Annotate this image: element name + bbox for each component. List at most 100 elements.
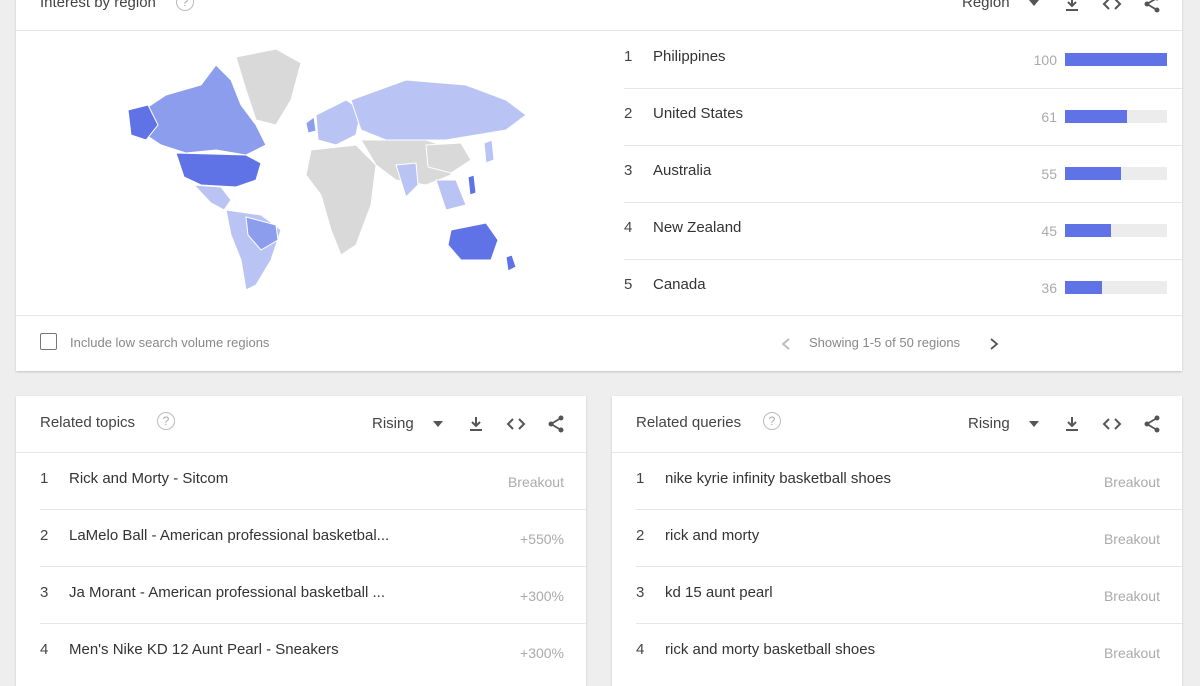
help-icon[interactable]: ? [157, 412, 175, 430]
topic-name[interactable]: Men's Nike KD 12 Aunt Pearl - Sneakers [69, 641, 339, 658]
region-name[interactable]: Philippines [653, 48, 726, 65]
divider [612, 452, 1182, 453]
region-row[interactable]: 1 Philippines 100 [624, 42, 1182, 99]
map-region-uk [305, 116, 317, 134]
dropdown-caret-icon[interactable] [433, 421, 443, 427]
rank: 1 [40, 470, 49, 487]
divider [624, 145, 1182, 146]
low-volume-checkbox[interactable] [40, 333, 57, 350]
divider [624, 259, 1182, 260]
region-name[interactable]: New Zealand [653, 219, 741, 236]
value-bar-fill [1065, 110, 1128, 123]
query-value: Breakout [1103, 531, 1160, 547]
resolution-select[interactable]: Region [962, 0, 1010, 11]
map-region-new-zealand [505, 254, 517, 272]
divider [40, 623, 586, 624]
region-row[interactable]: 4 New Zealand 45 [624, 213, 1182, 270]
region-name[interactable]: United States [653, 105, 743, 122]
download-icon[interactable] [1062, 414, 1082, 434]
embed-icon[interactable] [1102, 0, 1122, 14]
map-region-russia [350, 79, 527, 141]
divider [624, 202, 1182, 203]
value-bar-fill [1065, 281, 1102, 294]
filter-select[interactable]: Rising [372, 415, 414, 432]
query-name[interactable]: kd 15 aunt pearl [665, 584, 773, 601]
embed-icon[interactable] [506, 414, 526, 434]
list-item[interactable]: 2 rick and morty Breakout [636, 525, 1166, 565]
topic-value: +550% [520, 531, 564, 547]
topic-value: +300% [520, 588, 564, 604]
rank: 4 [40, 641, 49, 658]
divider [40, 509, 586, 510]
card-title: Related queries [636, 414, 742, 431]
list-item[interactable]: 2 LaMelo Ball - American professional ba… [40, 525, 570, 565]
value-bar [1065, 110, 1167, 123]
query-value: Breakout [1103, 588, 1160, 604]
download-icon[interactable] [466, 414, 486, 434]
rank: 2 [40, 527, 49, 544]
divider [636, 623, 1182, 624]
query-name[interactable]: rick and morty [665, 527, 759, 544]
region-row[interactable]: 2 United States 61 [624, 99, 1182, 156]
region-name[interactable]: Canada [653, 276, 706, 293]
help-icon[interactable]: ? [176, 0, 194, 11]
region-name[interactable]: Australia [653, 162, 711, 179]
value-bar [1065, 224, 1167, 237]
rank: 2 [636, 527, 645, 544]
divider [16, 315, 1182, 316]
checkbox-label[interactable]: Include low search volume regions [70, 335, 269, 350]
share-icon[interactable] [546, 414, 566, 434]
query-value: Breakout [1103, 474, 1160, 490]
divider [636, 566, 1182, 567]
region-row[interactable]: 5 Canada 36 [624, 270, 1182, 315]
query-name[interactable]: rick and morty basketball shoes [665, 641, 875, 658]
chevron-right-icon[interactable] [988, 337, 1000, 351]
list-item[interactable]: 1 nike kyrie infinity basketball shoes B… [636, 468, 1166, 508]
region-value: 100 [1033, 52, 1057, 68]
help-icon[interactable]: ? [763, 412, 781, 430]
filter-select[interactable]: Rising [968, 415, 1010, 432]
related-topics-card: Related topics ? Rising 1 Rick and Morty… [16, 396, 586, 686]
download-icon[interactable] [1062, 0, 1082, 14]
map-region-mexico [192, 184, 232, 211]
region-row[interactable]: 3 Australia 55 [624, 156, 1182, 213]
value-bar-fill [1065, 53, 1167, 66]
embed-icon[interactable] [1102, 414, 1122, 434]
topic-name[interactable]: LaMelo Ball - American professional bask… [69, 527, 389, 544]
list-item[interactable]: 4 Men's Nike KD 12 Aunt Pearl - Sneakers… [40, 639, 570, 675]
query-name[interactable]: nike kyrie infinity basketball shoes [665, 470, 891, 487]
rank: 4 [636, 641, 645, 658]
map-region-united-states [175, 152, 262, 188]
card-title: Related topics [40, 414, 136, 431]
map-region-china [425, 142, 472, 174]
dropdown-caret-icon[interactable] [1029, 421, 1039, 427]
map-region-southeast-asia [435, 179, 467, 211]
list-item[interactable]: 4 rick and morty basketball shoes Breako… [636, 639, 1166, 675]
region-value: 55 [1041, 166, 1057, 182]
list-item[interactable]: 3 kd 15 aunt pearl Breakout [636, 582, 1166, 622]
interest-by-region-card: Interest by region ? Region 1 Philippine… [16, 0, 1182, 371]
related-queries-card: Related queries ? Rising 1 nike kyrie in… [612, 396, 1182, 686]
rank: 5 [624, 276, 633, 293]
topic-name[interactable]: Ja Morant - American professional basket… [69, 584, 385, 601]
map-region-philippines [467, 174, 477, 196]
topic-value: +300% [520, 645, 564, 661]
rank: 1 [636, 470, 645, 487]
share-icon[interactable] [1142, 0, 1162, 14]
dropdown-caret-icon[interactable] [1029, 0, 1039, 6]
topic-name[interactable]: Rick and Morty - Sitcom [69, 470, 228, 487]
share-icon[interactable] [1142, 414, 1162, 434]
world-map[interactable] [106, 45, 536, 295]
pagination-text: Showing 1-5 of 50 regions [809, 335, 961, 350]
value-bar [1065, 167, 1167, 180]
value-bar [1065, 53, 1167, 66]
rank: 3 [40, 584, 49, 601]
list-item[interactable]: 3 Ja Morant - American professional bask… [40, 582, 570, 622]
map-region-africa [305, 144, 377, 256]
list-item[interactable]: 1 Rick and Morty - Sitcom Breakout [40, 468, 570, 508]
divider [16, 452, 586, 453]
region-value: 61 [1041, 109, 1057, 125]
card-title: Interest by region [40, 0, 156, 11]
rank: 3 [624, 162, 633, 179]
chevron-left-icon[interactable] [780, 337, 792, 351]
